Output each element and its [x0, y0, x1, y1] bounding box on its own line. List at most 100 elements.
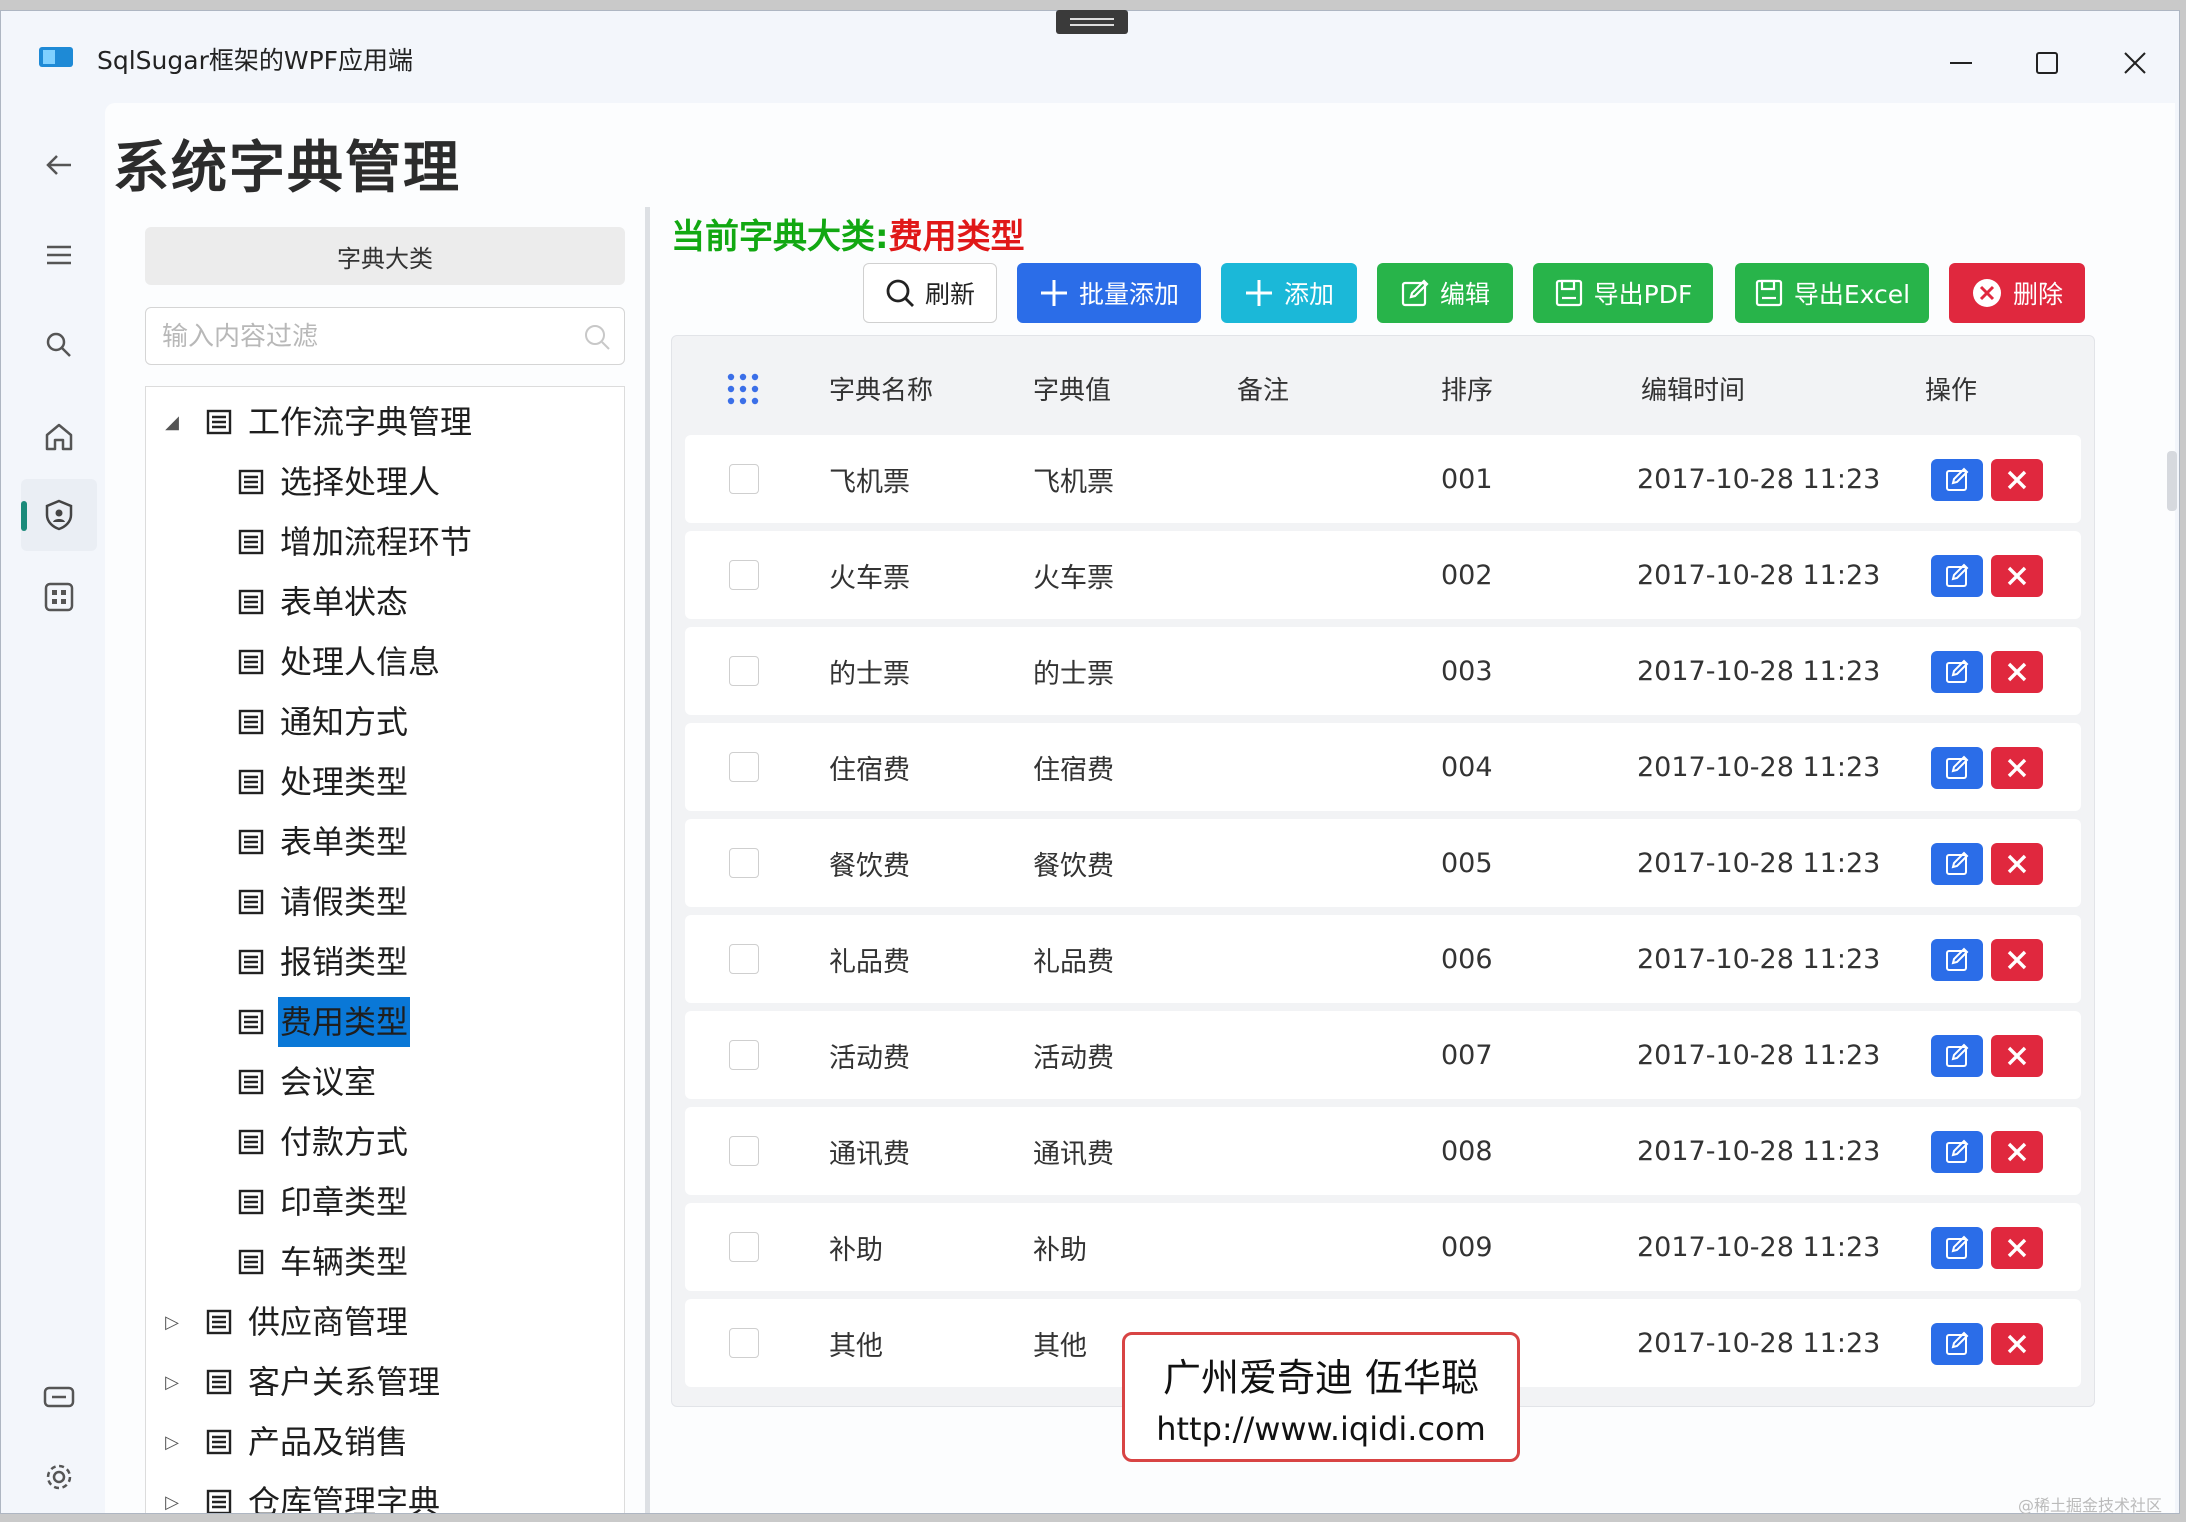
nav-menu-button[interactable] [21, 219, 97, 291]
nav-keyboard-button[interactable] [21, 1361, 97, 1433]
expand-arrow-icon[interactable]: ▷ [158, 1312, 186, 1333]
column-header-name[interactable]: 字典名称 [829, 353, 933, 423]
row-edit-button[interactable] [1931, 747, 1983, 789]
table-row[interactable]: 通讯费 通讯费 008 2017-10-28 11:23 [685, 1107, 2081, 1195]
document-list-icon [206, 409, 232, 435]
tree-node[interactable]: 报销类型 [238, 937, 410, 987]
tree-node-label: 表单状态 [280, 583, 409, 621]
close-icon [2007, 758, 2027, 778]
cell-name: 补助 [829, 1234, 883, 1266]
column-header-order[interactable]: 排序 [1441, 353, 1493, 423]
nav-settings-button[interactable] [21, 1441, 97, 1513]
row-edit-button[interactable] [1931, 555, 1983, 597]
row-checkbox[interactable] [729, 752, 759, 782]
tree-node[interactable]: 表单状态 [238, 577, 410, 627]
tree-node[interactable]: ▷ 客户关系管理 [158, 1357, 442, 1407]
maximize-button[interactable] [2017, 33, 2077, 93]
row-checkbox[interactable] [729, 1328, 759, 1358]
tree-node[interactable]: 请假类型 [238, 877, 410, 927]
row-delete-button[interactable] [1991, 651, 2043, 693]
tree-node[interactable]: 选择处理人 [238, 457, 442, 507]
nav-home-button[interactable] [21, 401, 97, 473]
row-edit-button[interactable] [1931, 939, 1983, 981]
row-edit-button[interactable] [1931, 651, 1983, 693]
row-delete-button[interactable] [1991, 459, 2043, 501]
row-delete-button[interactable] [1991, 843, 2043, 885]
row-delete-button[interactable] [1991, 747, 2043, 789]
row-checkbox[interactable] [729, 944, 759, 974]
nav-search-button[interactable] [21, 309, 97, 381]
nav-modules-button[interactable] [21, 561, 97, 633]
row-delete-button[interactable] [1991, 555, 2043, 597]
tree-node[interactable]: 印章类型 [238, 1177, 410, 1227]
tree-node[interactable]: ▷ 供应商管理 [158, 1297, 410, 1347]
panel-splitter[interactable] [645, 207, 650, 1513]
table-row[interactable]: 的士票 的士票 003 2017-10-28 11:23 [685, 627, 2081, 715]
row-checkbox[interactable] [729, 1040, 759, 1070]
export-excel-button[interactable]: 导出Excel [1735, 263, 1929, 323]
table-row[interactable]: 火车票 火车票 002 2017-10-28 11:23 [685, 531, 2081, 619]
current-category-value: 费用类型 [888, 217, 1025, 257]
cell-order: 003 [1441, 655, 1493, 687]
expand-arrow-icon[interactable]: ▷ [158, 1432, 186, 1453]
refresh-button[interactable]: 刷新 [863, 263, 997, 323]
row-checkbox[interactable] [729, 560, 759, 590]
close-button[interactable] [2105, 33, 2165, 93]
column-header-edit-time[interactable]: 编辑时间 [1641, 353, 1745, 423]
row-edit-button[interactable] [1931, 459, 1983, 501]
row-checkbox[interactable] [729, 656, 759, 686]
row-delete-button[interactable] [1991, 1323, 2043, 1365]
tree-node[interactable]: 车辆类型 [238, 1237, 410, 1287]
tree-node[interactable]: ▷ 仓库管理字典 [158, 1477, 442, 1513]
column-header-note[interactable]: 备注 [1237, 353, 1289, 423]
window-drag-handle[interactable] [1056, 10, 1128, 34]
search-icon[interactable] [582, 322, 612, 352]
tree-node[interactable]: 增加流程环节 [238, 517, 474, 567]
tree-node[interactable]: 处理人信息 [238, 637, 442, 687]
tree-node[interactable]: 付款方式 [238, 1117, 410, 1167]
table-row[interactable]: 礼品费 礼品费 006 2017-10-28 11:23 [685, 915, 2081, 1003]
batch-add-button[interactable]: 批量添加 [1017, 263, 1201, 323]
row-delete-button[interactable] [1991, 1035, 2043, 1077]
collapse-arrow-icon[interactable]: ◢ [158, 412, 186, 433]
tree-node-label: 请假类型 [280, 883, 409, 921]
expand-arrow-icon[interactable]: ▷ [158, 1492, 186, 1513]
nav-security-button[interactable] [21, 479, 97, 551]
table-row[interactable]: 飞机票 飞机票 001 2017-10-28 11:23 [685, 435, 2081, 523]
row-edit-button[interactable] [1931, 843, 1983, 885]
row-delete-button[interactable] [1991, 1227, 2043, 1269]
tree-node[interactable]: ▷ 产品及销售 [158, 1417, 410, 1467]
nav-back-button[interactable] [21, 129, 97, 201]
table-row[interactable]: 餐饮费 餐饮费 005 2017-10-28 11:23 [685, 819, 2081, 907]
table-row[interactable]: 补助 补助 009 2017-10-28 11:23 [685, 1203, 2081, 1291]
add-button[interactable]: 添加 [1221, 263, 1357, 323]
row-checkbox[interactable] [729, 848, 759, 878]
tree-node[interactable]: 费用类型 [238, 997, 411, 1047]
row-delete-button[interactable] [1991, 939, 2043, 981]
edit-button[interactable]: 编辑 [1377, 263, 1513, 323]
tree-node[interactable]: 会议室 [238, 1057, 378, 1107]
tree-node[interactable]: 通知方式 [238, 697, 410, 747]
tree-node[interactable]: 处理类型 [238, 757, 410, 807]
expand-arrow-icon[interactable]: ▷ [158, 1372, 186, 1393]
column-header-value[interactable]: 字典值 [1033, 353, 1111, 423]
tree-node[interactable]: ◢ 工作流字典管理 [158, 397, 474, 447]
minimize-button[interactable] [1931, 33, 1991, 93]
row-checkbox[interactable] [729, 1136, 759, 1166]
row-edit-button[interactable] [1931, 1323, 1983, 1365]
row-delete-button[interactable] [1991, 1131, 2043, 1173]
delete-button[interactable]: 删除 [1949, 263, 2085, 323]
row-edit-button[interactable] [1931, 1035, 1983, 1077]
app-window: SqlSugar框架的WPF应用端 系统字典管理 字典大类 输入内容过滤 ◢ 工… [0, 10, 2180, 1514]
filter-input[interactable] [160, 311, 564, 363]
table-row[interactable]: 活动费 活动费 007 2017-10-28 11:23 [685, 1011, 2081, 1099]
row-checkbox[interactable] [729, 1232, 759, 1262]
row-checkbox[interactable] [729, 464, 759, 494]
select-all-grid-icon[interactable] [727, 373, 759, 405]
tree-node[interactable]: 表单类型 [238, 817, 410, 867]
row-edit-button[interactable] [1931, 1131, 1983, 1173]
export-pdf-button[interactable]: 导出PDF [1533, 263, 1713, 323]
keyboard-icon [43, 1386, 75, 1408]
table-row[interactable]: 住宿费 住宿费 004 2017-10-28 11:23 [685, 723, 2081, 811]
row-edit-button[interactable] [1931, 1227, 1983, 1269]
